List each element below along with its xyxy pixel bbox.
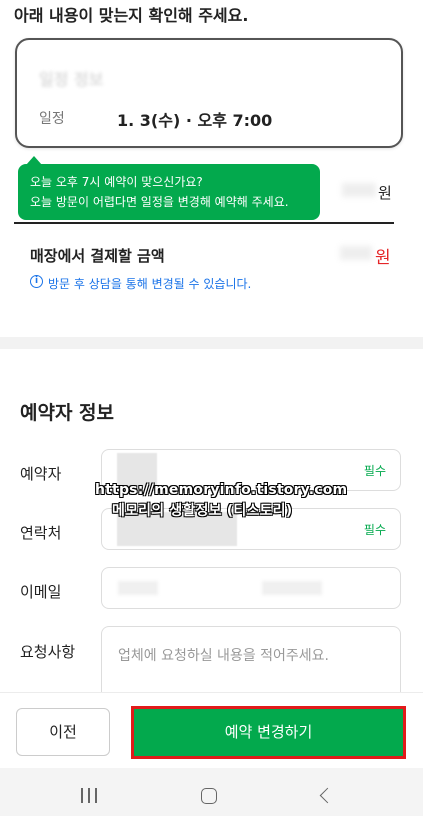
schedule-warning-tooltip: 오늘 오후 7시 예약이 맞으신가요? 오늘 방문이 어렵다면 일정을 변경해 … [18, 164, 320, 220]
blurred-email-id [118, 581, 158, 595]
blurred-amount [342, 183, 376, 197]
currency-unit: 원 [378, 184, 392, 202]
prev-button[interactable]: 이전 [16, 708, 110, 756]
required-badge: 필수 [363, 523, 386, 537]
system-nav-bar [0, 768, 423, 816]
pay-at-store-label: 매장에서 결제할 금액 [30, 247, 165, 265]
watermark-url: https://memoryinfo.tistory.com [95, 482, 348, 498]
pay-currency-unit: 원 [375, 248, 391, 268]
info-note: 방문 후 상담을 통해 변경될 수 있습니다. [48, 277, 252, 291]
change-reservation-button[interactable]: 예약 변경하기 [131, 706, 406, 759]
home-icon[interactable] [201, 788, 217, 804]
required-badge: 필수 [363, 464, 386, 478]
booker-email-label: 이메일 [20, 583, 62, 601]
booker-section-title: 예약자 정보 [20, 402, 115, 424]
back-icon[interactable] [319, 787, 336, 804]
blurred-pay-amount [340, 246, 372, 260]
bottom-action-bar: 이전 예약 변경하기 [0, 692, 423, 769]
schedule-row-label: 일정 [39, 111, 65, 127]
info-circle-icon: i [30, 275, 43, 288]
blurred-email-domain [262, 581, 322, 595]
tooltip-line-1: 오늘 오후 7시 예약이 맞으신가요? [30, 175, 203, 189]
amount-underline [14, 222, 394, 224]
booker-email-field[interactable] [101, 567, 401, 609]
schedule-card: 일정 정보 일정 1. 3(수) · 오후 7:00 [15, 38, 403, 148]
tooltip-line-2: 오늘 방문이 어렵다면 일정을 변경해 예약해 주세요. [30, 195, 289, 209]
request-placeholder: 업체에 요청하실 내용을 적어주세요. [118, 648, 329, 664]
confirm-instruction: 아래 내용이 맞는지 확인해 주세요. [14, 6, 249, 25]
schedule-row-value: 1. 3(수) · 오후 7:00 [117, 111, 273, 130]
request-label: 요청사항 [20, 643, 76, 661]
booker-name-label: 예약자 [20, 465, 62, 483]
booker-phone-label: 연락처 [20, 524, 62, 542]
watermark-name: 메모리의 생활정보 (티스토리) [112, 503, 293, 519]
request-textarea[interactable]: 업체에 요청하실 내용을 적어주세요. [101, 626, 401, 696]
section-divider [0, 337, 423, 349]
schedule-card-title: 일정 정보 [39, 70, 104, 89]
recent-apps-icon[interactable] [81, 788, 99, 803]
